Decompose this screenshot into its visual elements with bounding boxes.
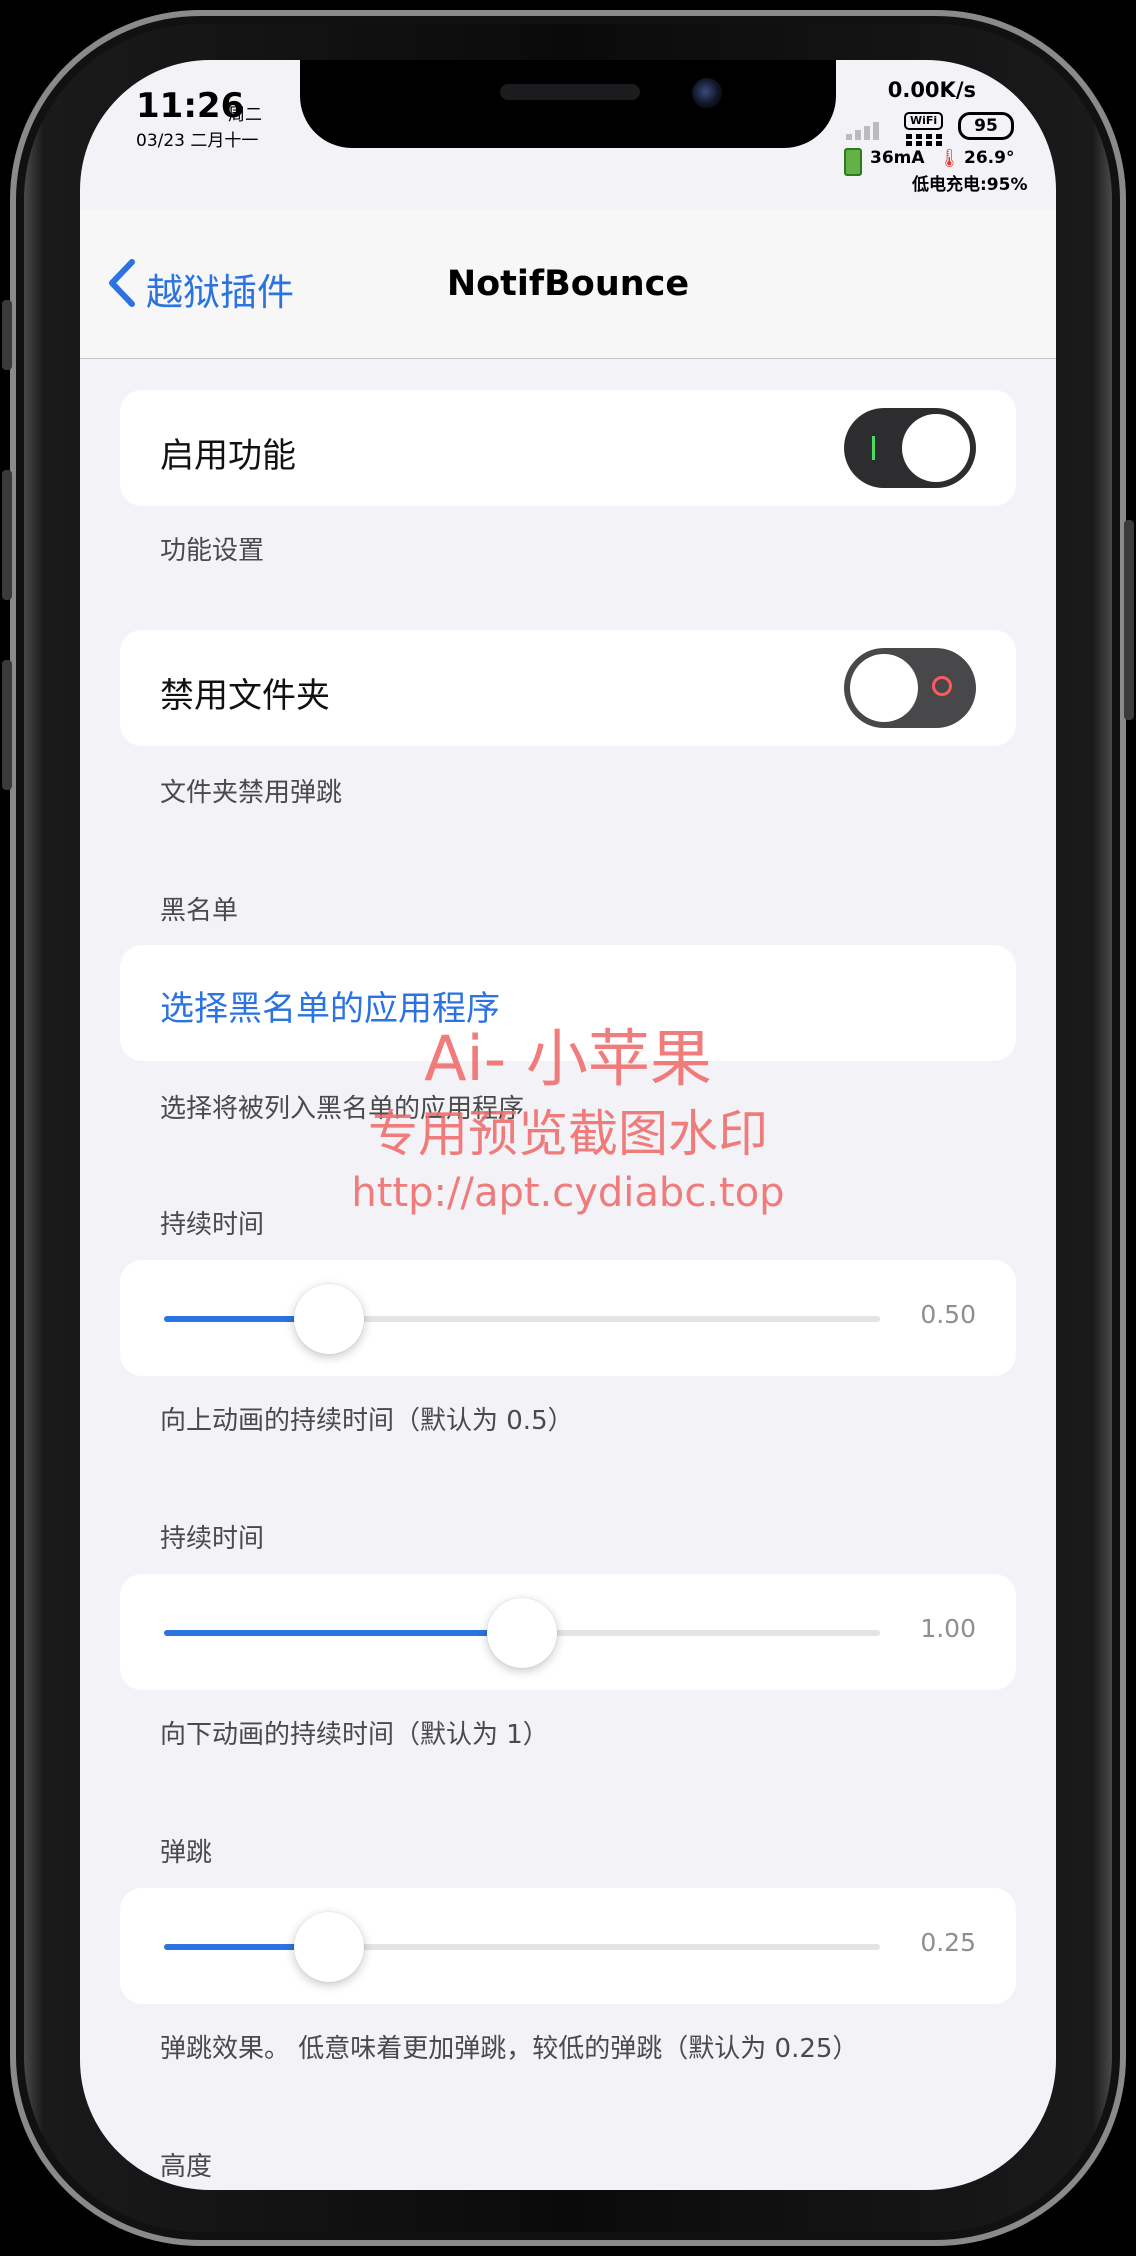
slider-thumb[interactable] (487, 1598, 557, 1668)
silent-switch (2, 300, 12, 370)
thermometer-icon: 🌡 (938, 148, 961, 169)
down-duration-cell: 1.00 (120, 1574, 1016, 1690)
disable-folders-footer: 文件夹禁用弹跳 (160, 778, 343, 808)
up-duration-value: 0.50 (920, 1300, 976, 1329)
slider-thumb[interactable] (293, 1284, 364, 1354)
notch (300, 60, 836, 148)
battery-level-icon (844, 148, 862, 176)
bounce-value: 0.25 (920, 1928, 976, 1957)
down-duration-header: 持续时间 (160, 1524, 265, 1554)
speaker-grille (500, 84, 640, 100)
watermark-subtitle: 专用预览截图水印 (368, 1105, 768, 1163)
enable-feature-cell: 启用功能 (120, 390, 1016, 506)
volume-down-button (2, 660, 12, 790)
up-duration-footer: 向上动画的持续时间（默认为 0.5） (160, 1406, 574, 1436)
disable-folders-cell: 禁用文件夹 (120, 630, 1016, 746)
bounce-header: 弹跳 (160, 1838, 213, 1868)
cellular-dots-icon (906, 134, 952, 146)
status-current: 36mA (870, 148, 925, 168)
battery-icon: 95 (958, 112, 1014, 140)
bounce-cell: 0.25 (120, 1888, 1016, 2004)
status-net-speed: 0.00K/s (887, 78, 976, 102)
status-weekday: 周二 (228, 105, 262, 125)
front-camera (692, 78, 722, 108)
navigation-bar: 越狱插件 NotifBounce (80, 210, 1056, 359)
bounce-footer: 弹跳效果。 低意味着更加弹跳，较低的弹跳（默认为 0.25） (160, 2034, 859, 2064)
disable-folders-switch[interactable] (844, 648, 976, 728)
status-temperature: 26.9° (964, 148, 1015, 168)
power-button (1124, 520, 1134, 720)
blacklist-header: 黑名单 (160, 896, 239, 926)
enable-feature-switch[interactable] (844, 408, 976, 488)
bounce-slider[interactable] (164, 1912, 880, 1982)
watermark-url: http://apt.cydiabc.top (351, 1170, 785, 1216)
enable-feature-footer: 功能设置 (160, 536, 265, 566)
status-date: 03/23 二月十一 (136, 131, 259, 151)
switch-knob (902, 414, 970, 482)
down-duration-value: 1.00 (920, 1614, 976, 1643)
slider-fill (164, 1630, 522, 1636)
status-charge: 低电充电:95% (912, 175, 1028, 195)
screen: 11:26 周二 03/23 二月十一 0.00K/s WiFi 95 36mA… (80, 60, 1056, 2190)
wifi-icon: WiFi (904, 112, 944, 130)
up-duration-slider[interactable] (164, 1284, 880, 1354)
down-duration-footer: 向下动画的持续时间（默认为 1） (160, 1720, 549, 1750)
switch-on-mark (872, 436, 875, 460)
page-title: NotifBounce (446, 264, 690, 304)
height-header: 高度 (160, 2152, 213, 2182)
signal-icon (846, 120, 886, 140)
slider-thumb[interactable] (293, 1912, 364, 1982)
switch-off-mark (932, 676, 952, 696)
volume-up-button (2, 470, 12, 600)
up-duration-cell: 0.50 (120, 1260, 1016, 1376)
down-duration-slider[interactable] (164, 1598, 880, 1668)
watermark-title: Ai- 小苹果 (424, 1022, 712, 1095)
enable-feature-label: 启用功能 (160, 436, 296, 476)
switch-knob (850, 654, 918, 722)
disable-folders-label: 禁用文件夹 (160, 676, 330, 716)
